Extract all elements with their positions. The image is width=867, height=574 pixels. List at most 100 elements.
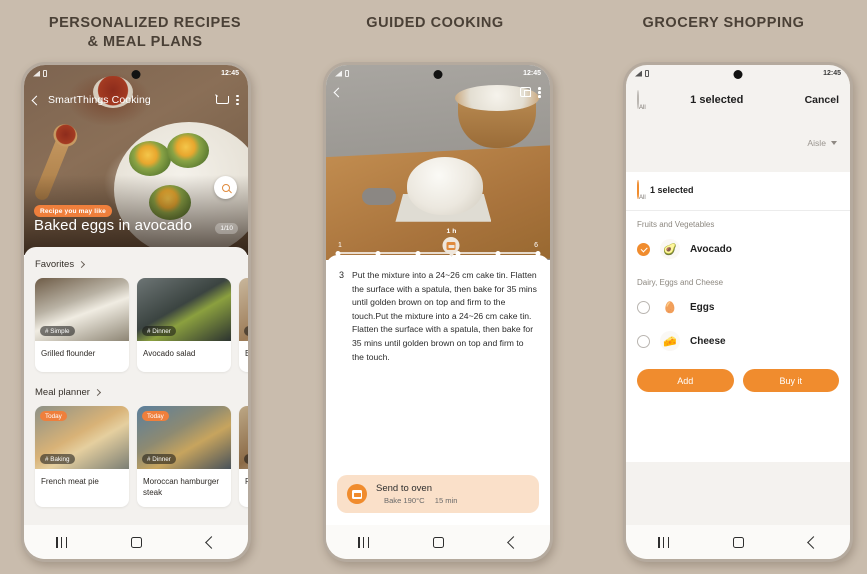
section-header-favorites[interactable]: Favorites: [24, 247, 248, 278]
status-bar-time: 12:45: [221, 70, 239, 77]
recipe-name: Avocado salad: [143, 349, 196, 358]
phone-mockup-3: 12:45 All 1 selected Cancel Aisle All 1 …: [623, 62, 853, 562]
phone-2-screen: 1 6 1 h 12:45 3 Put the mixture into a 2…: [326, 65, 550, 559]
recipe-thumbnail: Today # Baking: [35, 406, 129, 469]
back-icon[interactable]: [333, 87, 344, 98]
slider-dot[interactable]: [335, 250, 341, 256]
recipe-thumbnail: # B: [239, 406, 248, 469]
recents-icon[interactable]: [56, 536, 68, 548]
avocado-icon: 🥑: [660, 239, 680, 259]
list-all-wrap[interactable]: All: [637, 180, 646, 201]
recipe-thumbnail: # L: [239, 278, 248, 341]
signal-icon: [33, 70, 40, 77]
item-checkbox[interactable]: [637, 300, 650, 314]
sort-dropdown[interactable]: Aisle: [807, 138, 837, 148]
eggs-icon: 🥚: [663, 301, 677, 314]
cancel-button[interactable]: Cancel: [805, 94, 839, 106]
recipe-card[interactable]: # L Bac: [239, 278, 248, 372]
section-title: Meal planner: [35, 387, 90, 398]
slider-end-labels: 1 6: [338, 242, 538, 249]
recipe-card[interactable]: # Simple Grilled flounder: [35, 278, 129, 372]
list-select-all-row[interactable]: All 1 selected: [626, 172, 850, 211]
home-icon[interactable]: [131, 536, 143, 548]
list-item[interactable]: 🥑 Avocado: [626, 235, 850, 269]
send-to-oven-button[interactable]: Send to oven Bake 190°C 15 min: [337, 475, 539, 513]
battery-icon: [43, 70, 47, 77]
select-all-caption: All: [639, 105, 646, 111]
battery-icon: [645, 70, 649, 77]
empty-area: [626, 462, 850, 525]
recipe-tag: # Dinner: [142, 326, 176, 336]
signal-icon: [335, 70, 342, 77]
selected-count-title: 1 selected: [690, 94, 744, 106]
search-button[interactable]: [214, 176, 237, 199]
content-sheet: Favorites # Simple Grilled flounder # Di…: [24, 247, 248, 525]
decorative-dough: [406, 156, 483, 215]
signal-icon: [635, 70, 642, 77]
recents-icon[interactable]: [358, 536, 370, 548]
android-nav-bar: [626, 525, 850, 559]
today-badge: Today: [142, 411, 169, 421]
step-row: 3 Put the mixture into a 24~26 cm cake t…: [339, 269, 537, 364]
more-options-icon[interactable]: [236, 94, 239, 106]
group-title: Dairy, Eggs and Cheese: [637, 278, 724, 287]
recipe-card[interactable]: # B Fren: [239, 406, 248, 507]
panel-1-headline: PERSONALIZED RECIPES & MEAL PLANS: [48, 15, 242, 50]
recipe-card[interactable]: # Dinner Avocado salad: [137, 278, 231, 372]
recipe-card[interactable]: Today # Dinner Moroccan hamburger steak: [137, 406, 231, 507]
slider-start-label: 1: [338, 242, 342, 249]
list-item[interactable]: 🧀 Cheese: [626, 327, 850, 361]
select-all-wrap[interactable]: All: [637, 90, 646, 111]
home-icon[interactable]: [733, 536, 745, 548]
item-checkbox[interactable]: [637, 334, 650, 348]
meal-planner-card-row[interactable]: Today # Baking French meat pie Today # D…: [24, 406, 248, 507]
step-slider[interactable]: 1 6: [326, 242, 550, 256]
search-icon: [221, 183, 230, 192]
cart-icon[interactable]: [215, 95, 229, 106]
add-button[interactable]: Add: [637, 369, 734, 392]
hero-recipe-title: Baked eggs in avocado: [34, 217, 193, 234]
list-item[interactable]: 🥚 Eggs: [626, 293, 850, 327]
recents-icon[interactable]: [658, 536, 670, 548]
oven-title: Send to oven: [376, 483, 432, 494]
favorites-card-row[interactable]: # Simple Grilled flounder # Dinner Avoca…: [24, 278, 248, 372]
slider-pin-marker[interactable]: [442, 237, 460, 257]
back-nav-icon[interactable]: [506, 535, 520, 549]
phone-mockup-2: 1 6 1 h 12:45 3 Put the mixture into a 2…: [323, 62, 553, 562]
cheese-icon: 🧀: [660, 331, 680, 351]
more-options-icon[interactable]: [538, 87, 541, 98]
back-nav-icon[interactable]: [806, 535, 820, 549]
slider-track[interactable]: [335, 250, 541, 256]
buy-it-button[interactable]: Buy it: [742, 369, 839, 392]
section-header-meal-planner[interactable]: Meal planner: [24, 372, 248, 406]
chevron-right-icon: [93, 388, 101, 397]
back-nav-icon[interactable]: [204, 535, 218, 549]
slider-dot[interactable]: [495, 250, 501, 256]
recipe-name: Moroccan hamburger steak: [143, 477, 220, 497]
panel-2-headline: GUIDED COOKING: [366, 15, 504, 31]
recipe-thumbnail: # Simple: [35, 278, 129, 341]
item-checkbox[interactable]: [637, 242, 650, 256]
oven-icon: [446, 241, 456, 250]
step-number: 3: [339, 269, 345, 280]
cast-icon[interactable]: [520, 87, 531, 98]
recipe-thumbnail: Today # Dinner: [137, 406, 231, 469]
slider-dot[interactable]: [535, 250, 541, 256]
battery-icon: [345, 70, 349, 77]
recipe-suggestion-badge: Recipe you may like: [34, 205, 112, 217]
slider-dot[interactable]: [375, 250, 381, 256]
today-badge: Today: [40, 411, 67, 421]
group-title: Fruits and Vegetables: [637, 220, 715, 229]
camera-punch-hole: [433, 70, 443, 79]
recipe-name: French meat pie: [41, 477, 99, 486]
status-bar-left: [33, 70, 47, 77]
home-icon[interactable]: [433, 536, 445, 548]
recipe-name: Grilled flounder: [41, 349, 96, 358]
guided-top-bar: [326, 87, 550, 98]
decorative-board-handle: [361, 187, 396, 205]
slider-dot[interactable]: [415, 250, 421, 256]
recipe-card[interactable]: Today # Baking French meat pie: [35, 406, 129, 507]
android-nav-bar: [326, 525, 550, 559]
item-name: Avocado: [690, 243, 732, 255]
back-icon[interactable]: [31, 95, 42, 105]
